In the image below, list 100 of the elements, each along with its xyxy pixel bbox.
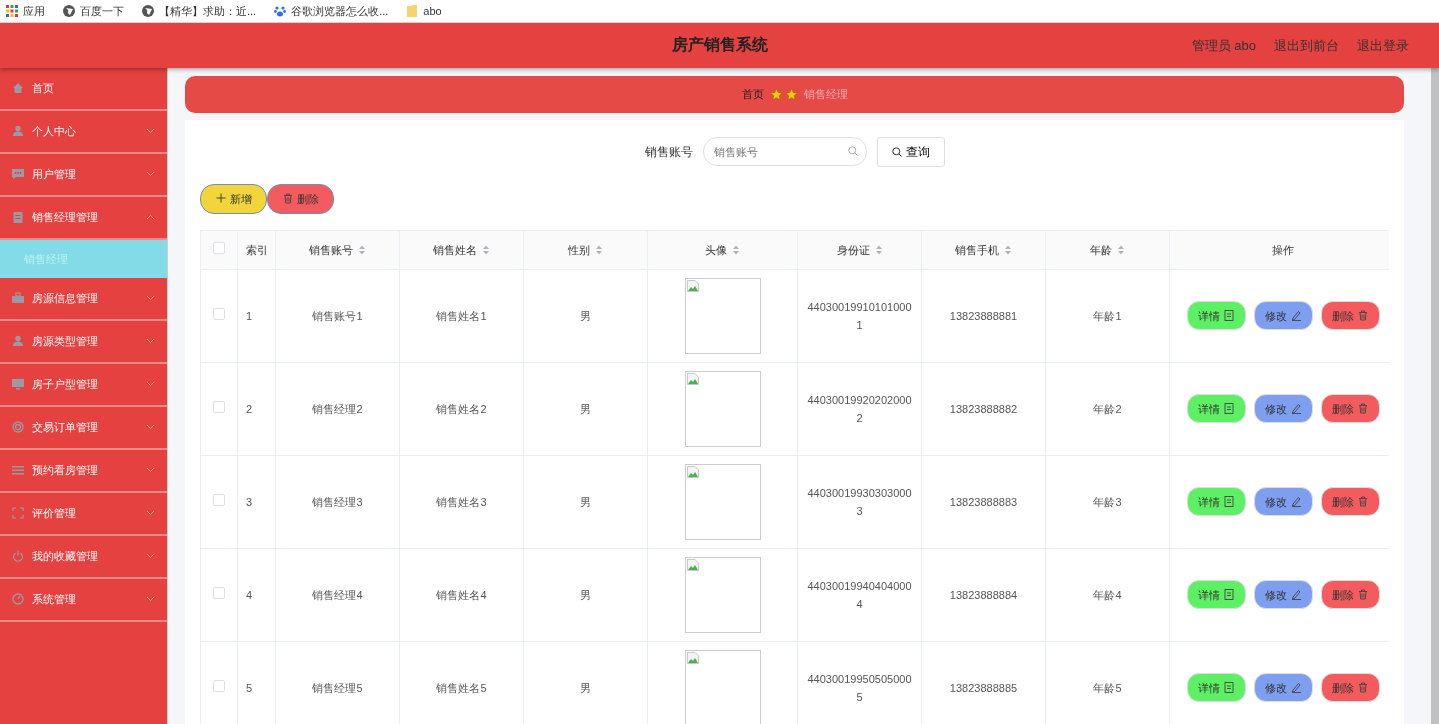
checkbox[interactable] <box>213 400 225 413</box>
pencil-icon <box>1290 682 1302 694</box>
chat-icon <box>12 168 24 181</box>
column-header[interactable]: 销售姓名 <box>433 241 477 259</box>
edit-button[interactable]: 修改 <box>1253 487 1313 517</box>
broken-image-icon <box>686 651 699 664</box>
bookmark-link[interactable]: abo <box>423 2 442 20</box>
menu-item[interactable]: 系统管理 <box>0 578 167 622</box>
table-cell-text: 440300199303030003 <box>807 485 912 519</box>
menu-item[interactable]: 房源信息管理 <box>0 277 167 321</box>
table-cell-text: 440300199404040004 <box>807 578 912 612</box>
table-cell: 销售经理2 <box>312 402 363 415</box>
plus-icon <box>215 193 226 205</box>
globe-icon <box>142 4 154 17</box>
menu-item[interactable]: 用户管理 <box>0 153 167 197</box>
checkbox[interactable] <box>213 679 225 692</box>
pencil-icon <box>1290 310 1302 322</box>
menu-item[interactable]: 首页 <box>0 67 167 111</box>
detail-button[interactable]: 详情 <box>1186 487 1246 517</box>
breadcrumb-link[interactable]: 首页 <box>741 86 764 103</box>
table-cell: 男 <box>580 309 591 322</box>
add-button[interactable]: 新增 <box>200 183 267 214</box>
broken-image-icon <box>686 372 699 385</box>
column-header[interactable]: 性别 <box>568 241 590 259</box>
gauge-icon <box>12 593 24 606</box>
table-cell: 3 <box>246 495 253 508</box>
trash-icon <box>1357 403 1369 415</box>
edit-button[interactable]: 修改 <box>1253 301 1313 331</box>
column-header[interactable]: 年龄 <box>1090 241 1112 259</box>
broken-image-icon <box>686 558 699 571</box>
menu-item[interactable]: 个人中心 <box>0 110 167 154</box>
menu-item[interactable]: 房源类型管理 <box>0 320 167 364</box>
header-link[interactable]: 退出登录 <box>1357 35 1409 55</box>
stars-icon <box>769 87 798 101</box>
broken-image-icon <box>686 465 699 478</box>
table-cell: 销售经理4 <box>312 588 363 601</box>
delete-button[interactable]: 删除 <box>1320 580 1380 610</box>
document-icon <box>1223 589 1235 601</box>
checkbox[interactable] <box>213 493 225 506</box>
delete-button[interactable]: 删除 <box>1320 487 1380 517</box>
search-icon <box>891 146 902 157</box>
folder-icon <box>406 4 419 17</box>
menu-item[interactable]: 预约看房管理 <box>0 449 167 493</box>
user-menu-link[interactable]: 管理员 abo <box>1191 35 1256 55</box>
checkbox[interactable] <box>213 307 225 320</box>
column-header[interactable]: 头像 <box>705 241 727 259</box>
bookmark-link[interactable]: 谷歌浏览器怎么收... <box>291 2 389 20</box>
checkbox[interactable] <box>213 241 225 254</box>
column-header: 操作 <box>1272 242 1294 258</box>
delete-button[interactable]: 删除 <box>1320 394 1380 424</box>
search-button[interactable]: 查询 <box>876 136 945 167</box>
user-icon <box>12 335 24 348</box>
column-header: 索引 <box>246 242 268 258</box>
search-field[interactable]: 销售账号 <box>702 137 867 167</box>
pencil-icon <box>1290 496 1302 508</box>
menu-item[interactable]: 交易订单管理 <box>0 406 167 450</box>
column-header[interactable]: 销售账号 <box>309 241 353 259</box>
header-link[interactable]: 退出到前台 <box>1274 35 1339 55</box>
detail-button[interactable]: 详情 <box>1186 394 1246 424</box>
table-cell: 销售经理3 <box>312 495 363 508</box>
table-cell: 男 <box>580 402 591 415</box>
table-cell: 销售姓名1 <box>436 309 487 322</box>
table-cell-text: 440300199505050005 <box>807 671 912 705</box>
delete-button[interactable]: 删除 <box>1320 673 1380 703</box>
table-cell: 销售姓名4 <box>436 588 487 601</box>
column-header[interactable]: 销售手机 <box>955 241 999 259</box>
bookmark-link[interactable]: 应用 <box>23 2 45 20</box>
table-cell: 13823888885 <box>949 681 1018 694</box>
table-cell: 男 <box>580 588 591 601</box>
table-cell: 销售姓名2 <box>436 402 487 415</box>
apps-icon <box>6 4 18 17</box>
edit-button[interactable]: 修改 <box>1253 673 1313 703</box>
edit-button[interactable]: 修改 <box>1253 394 1313 424</box>
fullscreen-icon <box>12 507 24 520</box>
edit-button[interactable]: 修改 <box>1253 580 1313 610</box>
menu-item[interactable]: 评价管理 <box>0 492 167 536</box>
table-cell-text: 440300199101010001 <box>807 299 912 333</box>
bookmark-link[interactable]: 【精华】求助：近... <box>159 2 257 20</box>
trash-icon <box>1357 496 1369 508</box>
menu-item[interactable]: 房子户型管理 <box>0 363 167 407</box>
detail-button[interactable]: 详情 <box>1186 673 1246 703</box>
table-cell: 销售账号1 <box>312 309 363 322</box>
table-cell: 年龄1 <box>1093 309 1122 322</box>
delete-button[interactable]: 删除 <box>267 183 334 214</box>
paw-icon <box>274 4 287 17</box>
menu-item[interactable]: 我的收藏管理 <box>0 535 167 579</box>
scrollbar[interactable] <box>1431 67 1439 724</box>
delete-button[interactable]: 删除 <box>1320 301 1380 331</box>
list-icon <box>12 464 24 477</box>
globe-icon <box>63 4 75 17</box>
detail-button[interactable]: 详情 <box>1186 301 1246 331</box>
checkbox[interactable] <box>213 586 225 599</box>
table-cell: 2 <box>246 402 253 415</box>
column-header[interactable]: 身份证 <box>836 241 870 259</box>
detail-button[interactable]: 详情 <box>1186 580 1246 610</box>
table-cell: 年龄4 <box>1093 588 1122 601</box>
home-icon <box>12 82 24 95</box>
briefcase-icon <box>12 292 24 305</box>
bookmark-link[interactable]: 百度一下 <box>80 2 124 20</box>
table-cell: 13823888884 <box>949 588 1018 601</box>
